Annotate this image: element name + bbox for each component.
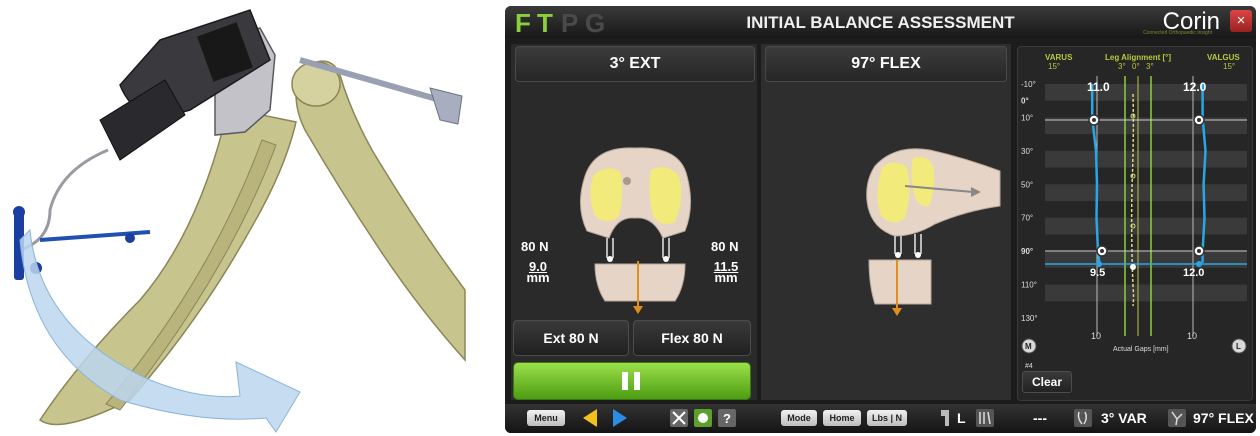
medial-top-value: 11.0	[1087, 80, 1110, 94]
mode-button[interactable]: Mode	[781, 410, 817, 426]
close-button[interactable]: ×	[1230, 10, 1252, 32]
medial-gap-curve	[1090, 84, 1101, 263]
y-tick-label: 110°	[1021, 281, 1037, 290]
flexion-readout: 97° FLEX	[1193, 410, 1254, 426]
y-tick-label: -10°	[1021, 80, 1036, 89]
pause-button[interactable]	[513, 362, 751, 400]
medial-force-label: 80 N	[521, 239, 549, 254]
lateral-force-label: 80 N	[711, 239, 739, 254]
lateral-10-marker-dot	[1197, 118, 1201, 122]
leg-icon	[941, 410, 949, 426]
chart-row-band	[1045, 251, 1247, 268]
x-tick-lateral: 10	[1187, 331, 1197, 341]
x-tick-medial: 10	[1091, 331, 1101, 341]
svg-text:?: ?	[723, 411, 731, 426]
help-icon[interactable]: ?	[717, 408, 737, 428]
lateral-bottom-value: 12.0	[1183, 267, 1204, 279]
y-tick-label: 0°	[1021, 97, 1029, 106]
knee-instrument-illustration	[13, 9, 466, 433]
next-arrow-icon[interactable]	[609, 407, 631, 429]
lateral-gap-readout: 11.5 mm	[709, 260, 743, 284]
y-tick-label: 90°	[1021, 247, 1033, 256]
medial-10-marker-dot	[1092, 118, 1096, 122]
pause-bar-right	[634, 372, 640, 390]
flexion-knee-model	[866, 148, 1001, 316]
medial-gap-readout: 9.0 mm	[523, 260, 553, 285]
varus-label: VARUS	[1045, 53, 1073, 62]
valgus-label: VALGUS	[1207, 53, 1240, 62]
x-axis-label: Actual Gaps [mm]	[1113, 346, 1169, 353]
previous-arrow-icon[interactable]	[579, 407, 601, 429]
gap-chart: VARUS 15° Leg Alignment [°] 3° 0° 3° VAL…	[1021, 53, 1247, 370]
medial-side-letter: M	[1025, 342, 1032, 351]
lateral-top-value: 12.0	[1183, 80, 1207, 94]
flexion-leg-icon	[1168, 409, 1186, 427]
flexion-angle-header: 97° FLEX	[765, 46, 1007, 82]
lateral-gap-curve	[1201, 84, 1207, 263]
varus-value: 15°	[1048, 62, 1060, 71]
valgus-value: 15°	[1223, 62, 1235, 71]
bottom-toolbar: Menu ? Mode Home Lbs | N L --- 3° VAR 97…	[505, 404, 1256, 433]
alignment-tick-valgus: 3°	[1146, 62, 1154, 71]
app-window: F T P G INITIAL BALANCE ASSESSMENT Corin…	[505, 6, 1256, 433]
pause-bar-left	[622, 372, 628, 390]
extension-angle-header: 3° EXT	[515, 46, 755, 82]
alignment-tick-zero: 0°	[1132, 62, 1140, 71]
chart-row-band	[1045, 284, 1247, 302]
title-bar: F T P G INITIAL BALANCE ASSESSMENT Corin…	[505, 6, 1256, 38]
chart-row-band	[1045, 184, 1247, 201]
varus-readout: 3° VAR	[1101, 410, 1147, 426]
chart-row-band	[1045, 84, 1247, 101]
alignment-tick-varus: 3°	[1118, 62, 1126, 71]
y-tick-label: 30°	[1021, 147, 1033, 156]
camera-icon[interactable]	[693, 408, 713, 428]
tools-icon[interactable]	[669, 408, 689, 428]
y-tick-label: 70°	[1021, 214, 1033, 223]
medial-90-marker-dot	[1100, 249, 1104, 253]
record-id: #4	[1025, 363, 1033, 370]
y-tick-label: 10°	[1021, 113, 1033, 122]
placeholder-readout: ---	[1033, 410, 1047, 426]
medial-bottom-value: 9.5	[1090, 267, 1105, 279]
varus-leg-icon	[1074, 409, 1092, 427]
clear-button[interactable]: Clear	[1022, 371, 1072, 393]
flex-force-button[interactable]: Flex 80 N	[633, 320, 751, 356]
side-indicator: L	[957, 410, 966, 426]
alignment-current-dot	[1130, 264, 1136, 270]
bone-pair-icon[interactable]	[975, 408, 995, 428]
home-button[interactable]: Home	[823, 410, 861, 426]
menu-button[interactable]: Menu	[527, 410, 565, 426]
lateral-90-marker-dot	[1197, 249, 1201, 253]
chart-row-band	[1045, 217, 1247, 235]
chart-row-band	[1045, 150, 1247, 168]
medial-gap-unit: mm	[526, 270, 550, 285]
units-toggle[interactable]: Lbs | N	[867, 410, 907, 426]
y-tick-label: 50°	[1021, 180, 1033, 189]
lateral-side-letter: L	[1236, 342, 1241, 351]
leg-alignment-label: Leg Alignment [°]	[1105, 53, 1171, 62]
y-tick-label: 130°	[1021, 314, 1038, 323]
ext-force-button[interactable]: Ext 80 N	[513, 320, 629, 356]
extension-knee-model	[580, 147, 691, 314]
brand-tagline: Connected Orthopaedic Insight	[1143, 30, 1212, 36]
